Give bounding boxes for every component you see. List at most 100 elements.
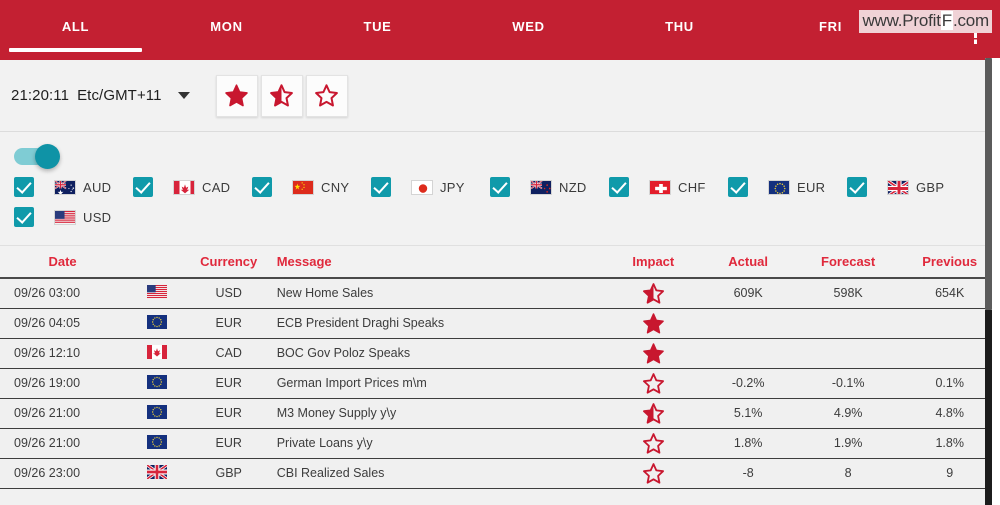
currency-checkbox-aud[interactable]	[14, 177, 34, 197]
cell-forecast: 8	[796, 458, 900, 489]
currency-filter-jpy[interactable]: JPY	[371, 177, 490, 197]
cell-forecast: -0.1%	[796, 368, 900, 399]
tab-wed[interactable]: WED	[453, 0, 604, 60]
currency-checkbox-cad[interactable]	[133, 177, 153, 197]
table-row[interactable]: 09/26 03:00 USD New Home Sales 609K 598K 654K	[0, 278, 1000, 309]
table-row[interactable]: 09/26 21:00 EUR M3 Money Supply y\y 5.1% 4.9…	[0, 398, 1000, 429]
cell-flag	[125, 428, 189, 459]
star-half-icon	[642, 402, 665, 425]
flag-icon-us	[54, 209, 76, 225]
cell-currency: EUR	[188, 428, 269, 459]
tab-all[interactable]: ALL	[0, 0, 151, 60]
cell-message: German Import Prices m\m	[268, 368, 608, 399]
flag-icon-us	[146, 284, 167, 302]
currency-filter-eur[interactable]: EUR	[728, 177, 847, 197]
table-row[interactable]: 09/26 04:05 EUR ECB President Draghi Speak…	[0, 308, 1000, 339]
currency-filter-cny[interactable]: CNY	[252, 177, 371, 197]
cell-message: Private Loans y\y	[268, 428, 608, 459]
events-table-wrapper: Date Currency Message Impact Actual Fore…	[0, 246, 1000, 489]
watermark-prefix: www.Profit	[862, 11, 941, 30]
impact-filter-full-button[interactable]	[215, 74, 258, 117]
flag-icon-jp	[411, 179, 433, 195]
economic-events-table: Date Currency Message Impact Actual Fore…	[0, 246, 1000, 489]
cell-forecast: 598K	[796, 278, 900, 309]
flag-icon-cn	[292, 179, 314, 195]
currency-checkbox-jpy[interactable]	[371, 177, 391, 197]
cell-impact	[607, 428, 700, 459]
column-header-message[interactable]: Message	[268, 246, 608, 279]
currency-filter-nzd[interactable]: NZD	[490, 177, 609, 197]
currency-filter-aud[interactable]: AUD	[14, 177, 133, 197]
site-watermark: www.ProfitF.com	[859, 10, 992, 33]
star-empty-icon	[642, 372, 665, 395]
scrollbar-track[interactable]	[985, 310, 992, 505]
currency-code-label: CNY	[321, 179, 350, 195]
events-table-body: 09/26 03:00 USD New Home Sales 609K 598K 654K…	[0, 278, 1000, 489]
star-full-icon	[642, 312, 665, 335]
tabs-container: ALL MON TUE WED THU FRI	[0, 0, 906, 60]
currency-checkbox-cny[interactable]	[252, 177, 272, 197]
tab-label: ALL	[61, 18, 90, 34]
cell-actual	[699, 338, 797, 369]
currency-filter-usd[interactable]: USD	[14, 207, 133, 227]
chevron-down-icon[interactable]	[177, 92, 190, 99]
currency-code-label: JPY	[440, 179, 465, 195]
tab-thu[interactable]: THU	[604, 0, 755, 60]
currency-checkbox-usd[interactable]	[14, 207, 34, 227]
cell-date: 09/26 04:05	[0, 308, 126, 339]
flag-icon-gb	[887, 179, 909, 195]
cell-date: 09/26 19:00	[0, 368, 126, 399]
tab-tue[interactable]: TUE	[302, 0, 453, 60]
column-header-currency[interactable]: Currency	[188, 246, 269, 279]
cell-forecast	[796, 338, 900, 369]
flag-icon-eu	[146, 374, 167, 392]
column-header-forecast[interactable]: Forecast	[796, 246, 900, 279]
table-row[interactable]: 09/26 12:10 CAD BOC Gov Poloz Speaks	[0, 338, 1000, 369]
currency-filter-chf[interactable]: CHF	[609, 177, 728, 197]
cell-currency: GBP	[188, 458, 269, 489]
table-row[interactable]: 09/26 23:00 GBP CBI Realized Sales -8 8 9	[0, 458, 1000, 489]
impact-filter-empty-button[interactable]	[305, 74, 348, 117]
currency-checkbox-gbp[interactable]	[847, 177, 867, 197]
tab-label: TUE	[363, 18, 392, 34]
cell-message: ECB President Draghi Speaks	[268, 308, 608, 339]
column-header-date[interactable]: Date	[0, 246, 126, 279]
flag-icon-au	[54, 179, 76, 195]
currency-checkbox-nzd[interactable]	[490, 177, 510, 197]
scrollbar-thumb[interactable]	[985, 58, 992, 310]
flag-icon-ca	[146, 344, 167, 362]
currency-filter-panel: AUD CAD CNY JPY NZD CHF EUR GBP USD	[0, 132, 1000, 246]
column-header-impact[interactable]: Impact	[607, 246, 700, 279]
tab-label: FRI	[818, 18, 843, 34]
flag-icon-gb	[146, 463, 168, 482]
impact-filter-half-button[interactable]	[260, 74, 303, 117]
currency-checkbox-eur[interactable]	[728, 177, 748, 197]
current-time: 21:20:11	[11, 87, 70, 104]
cell-currency: EUR	[188, 398, 269, 429]
star-empty-icon	[642, 462, 665, 485]
tab-mon[interactable]: MON	[151, 0, 302, 60]
flag-icon-ca	[173, 179, 195, 195]
cell-actual: 609K	[699, 278, 797, 309]
table-row[interactable]: 09/26 21:00 EUR Private Loans y\y 1.8% 1.9% 1…	[0, 428, 1000, 459]
select-all-toggle[interactable]	[14, 144, 60, 169]
currency-filter-gbp[interactable]: GBP	[847, 177, 966, 197]
currency-checkbox-chf[interactable]	[609, 177, 629, 197]
star-empty-icon	[642, 432, 665, 455]
vertical-scrollbar[interactable]	[985, 58, 992, 505]
table-header-row: Date Currency Message Impact Actual Fore…	[0, 246, 1000, 279]
column-header-actual[interactable]: Actual	[699, 246, 797, 279]
cell-currency: EUR	[188, 308, 269, 339]
tab-label: WED	[512, 18, 545, 34]
cell-impact	[607, 308, 700, 339]
table-row[interactable]: 09/26 19:00 EUR German Import Prices m\m -0…	[0, 368, 1000, 399]
cell-currency: CAD	[188, 338, 269, 369]
currency-code-label: AUD	[83, 179, 112, 195]
cell-forecast: 1.9%	[796, 428, 900, 459]
timezone-label: Etc/GMT+11	[77, 87, 162, 104]
currency-code-label: NZD	[559, 179, 587, 195]
currency-filter-cad[interactable]: CAD	[133, 177, 252, 197]
cell-impact	[607, 368, 700, 399]
cell-date: 09/26 21:00	[0, 398, 126, 429]
cell-message: CBI Realized Sales	[268, 458, 608, 489]
